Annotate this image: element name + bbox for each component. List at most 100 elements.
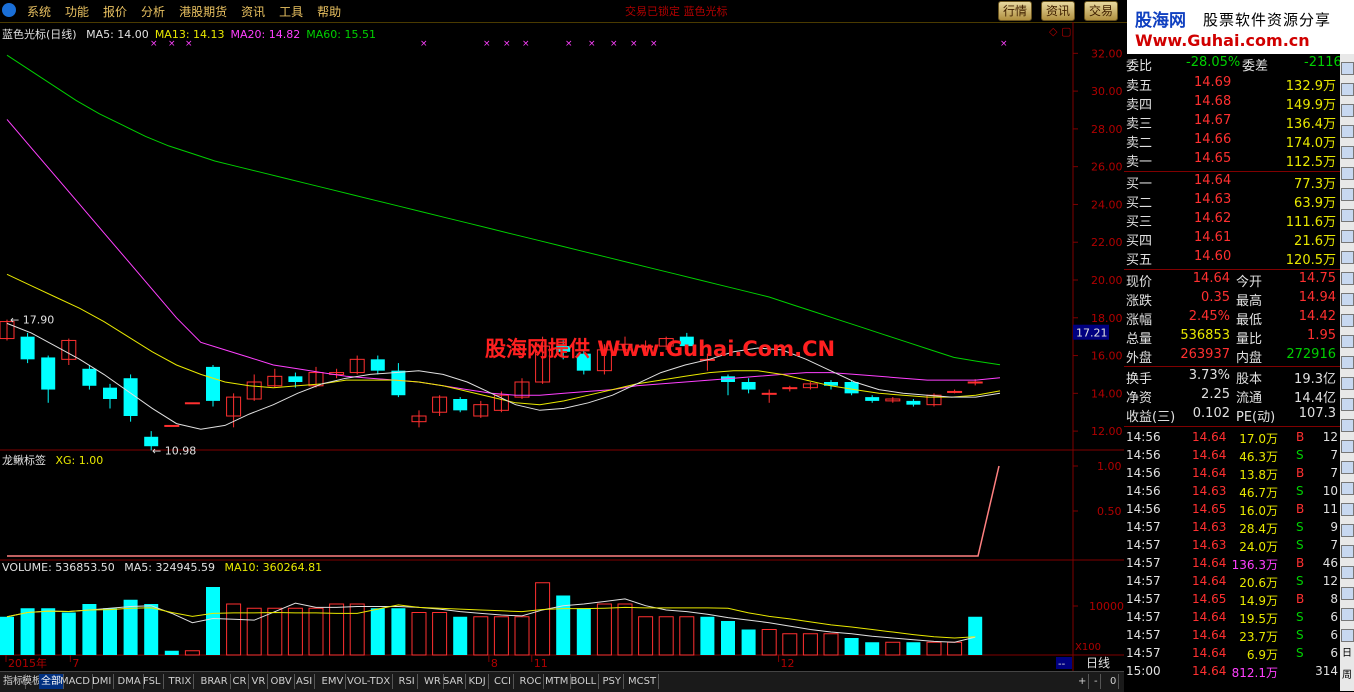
ma60-line [6, 54, 1001, 366]
tab-rsi[interactable]: RSI [397, 674, 418, 689]
side-tool-icon[interactable] [1341, 167, 1354, 180]
tab-control-0[interactable]: + [1076, 674, 1090, 689]
side-tool-icon[interactable] [1341, 188, 1354, 201]
x-axis-label: 2015年 [8, 656, 47, 670]
quote-panel: 委比 -28.05% 委差 -2116 卖五 14.69 132.9万 卖四 14.68 149.… [1124, 54, 1342, 691]
tab-kdj[interactable]: KDJ [467, 674, 489, 689]
side-tool-icon[interactable] [1341, 209, 1354, 222]
divider [1124, 426, 1340, 427]
side-tool-icon[interactable] [1341, 230, 1354, 243]
brand-url: Www.Guhai.com.cn [1135, 31, 1310, 50]
tab-trix[interactable]: TRIX [167, 674, 195, 689]
side-tool-icon[interactable] [1341, 293, 1354, 306]
tab-mtm[interactable]: MTM [543, 674, 572, 689]
tab-dmi[interactable]: DMI [90, 674, 115, 689]
tab-boll[interactable]: BOLL [569, 674, 600, 689]
ma-label-1: MA13: 14.13 [154, 28, 225, 41]
side-tool-icon[interactable] [1341, 272, 1354, 285]
side-tool-icon[interactable] [1341, 251, 1354, 264]
tick-volume: 6.9万 [1246, 648, 1278, 662]
tab-mcst[interactable]: MCST [626, 674, 660, 689]
brand-tagline: 股票软件资源分享 [1203, 11, 1332, 29]
side-tool-icon[interactable] [1341, 629, 1354, 642]
tick-price: 14.64 [1192, 556, 1227, 570]
tab-asi[interactable]: ASI [294, 674, 316, 689]
tab-cr[interactable]: CR [231, 674, 250, 689]
volume-bar-up [761, 629, 777, 656]
tick-price: 14.64 [1192, 646, 1227, 660]
volume-bar-down [0, 616, 14, 655]
ratio-label: 委比 [1126, 59, 1153, 74]
side-tool-icon[interactable] [1341, 335, 1354, 348]
volume-bar-down [906, 642, 921, 655]
side-tool-icon[interactable] [1341, 62, 1354, 75]
side-tool-icon[interactable] [1341, 104, 1354, 117]
menu-item-7[interactable]: 帮助 [310, 3, 348, 20]
tick-row: 14:57 14.64 136.3万 B 46 [1124, 555, 1340, 573]
tab-obv[interactable]: OBV [269, 674, 295, 689]
tab-emv[interactable]: EMV [320, 674, 347, 689]
menu-item-5[interactable]: 资讯 [234, 3, 272, 20]
quotes-button[interactable]: 行情 [998, 1, 1033, 21]
side-tool-icon[interactable] [1341, 587, 1354, 600]
side-tool-icon[interactable] [1341, 83, 1354, 96]
tab-vol-tdx[interactable]: VOL-TDX [345, 674, 394, 689]
menu-item-6[interactable]: 工具 [272, 3, 310, 20]
side-tool-icon[interactable] [1341, 524, 1354, 537]
y-tick-label: 18.00 [1091, 312, 1123, 325]
tab-vr[interactable]: VR [250, 674, 269, 689]
tab-fsl[interactable]: FSL [141, 674, 164, 689]
side-tool-icon[interactable] [1341, 545, 1354, 558]
volume-bar-up [885, 641, 901, 656]
tick-price: 14.64 [1192, 466, 1227, 480]
trade-button[interactable]: 交易 [1084, 1, 1119, 21]
side-tool-icon[interactable] [1341, 377, 1354, 390]
tick-price: 14.64 [1192, 610, 1227, 624]
volume-bar-down [206, 587, 220, 655]
side-tool-icon[interactable] [1341, 608, 1354, 621]
tab-control-2[interactable]: 0 [1108, 674, 1120, 689]
tab-macd[interactable]: MACD [58, 674, 93, 689]
side-tool-icon[interactable] [1341, 314, 1354, 327]
menu-item-0[interactable]: 系统 [20, 3, 58, 20]
tab-cci[interactable]: CCI [492, 674, 514, 689]
tab-psy[interactable]: PSY [601, 674, 624, 689]
side-tool-icon[interactable] [1341, 146, 1354, 159]
side-tool-icon[interactable] [1341, 419, 1354, 432]
tick-side: S [1296, 610, 1304, 624]
tick-volume: 20.6万 [1239, 576, 1278, 590]
side-tool-icon[interactable] [1341, 440, 1354, 453]
side-label-week: 周 [1342, 670, 1352, 681]
bid-volume: 77.3万 [1294, 177, 1336, 192]
tab-dma[interactable]: DMA [116, 674, 144, 689]
news-button[interactable]: 资讯 [1041, 1, 1076, 21]
tab-sar[interactable]: SAR [441, 674, 467, 689]
side-tool-icon[interactable] [1341, 566, 1354, 579]
tab-roc[interactable]: ROC [518, 674, 545, 689]
tick-row: 14:57 14.63 24.0万 S 7 [1124, 537, 1340, 555]
side-tool-icon[interactable] [1341, 482, 1354, 495]
side-tool-icon[interactable] [1341, 398, 1354, 411]
menu-item-1[interactable]: 功能 [58, 3, 96, 20]
tab-control-1[interactable]: - [1092, 674, 1101, 689]
indicator-y-tick-label: 0.50 [1097, 505, 1122, 518]
tab-brar[interactable]: BRAR [199, 674, 231, 689]
ask-volume: 132.9万 [1285, 79, 1336, 94]
side-tool-icon[interactable] [1341, 125, 1354, 138]
menu-item-3[interactable]: 分析 [134, 3, 172, 20]
tick-side: S [1296, 574, 1304, 588]
volume-bar-up [246, 607, 262, 656]
signal-marker: × [483, 39, 491, 49]
menu-item-2[interactable]: 报价 [96, 3, 134, 20]
tick-side: S [1296, 538, 1304, 552]
ask-label: 卖五 [1126, 79, 1153, 94]
side-tool-icon[interactable] [1341, 503, 1354, 516]
candle-body-up [782, 387, 798, 390]
y-tick-label: 30.00 [1091, 85, 1123, 98]
bid-volume: 21.6万 [1294, 234, 1336, 249]
menu-item-4[interactable]: 港股期货 [172, 3, 234, 20]
chart-corner-controls[interactable]: ◇ ▢ [1049, 25, 1071, 38]
volume-bar-down [741, 629, 756, 655]
side-tool-icon[interactable] [1341, 356, 1354, 369]
side-tool-icon[interactable] [1341, 461, 1354, 474]
